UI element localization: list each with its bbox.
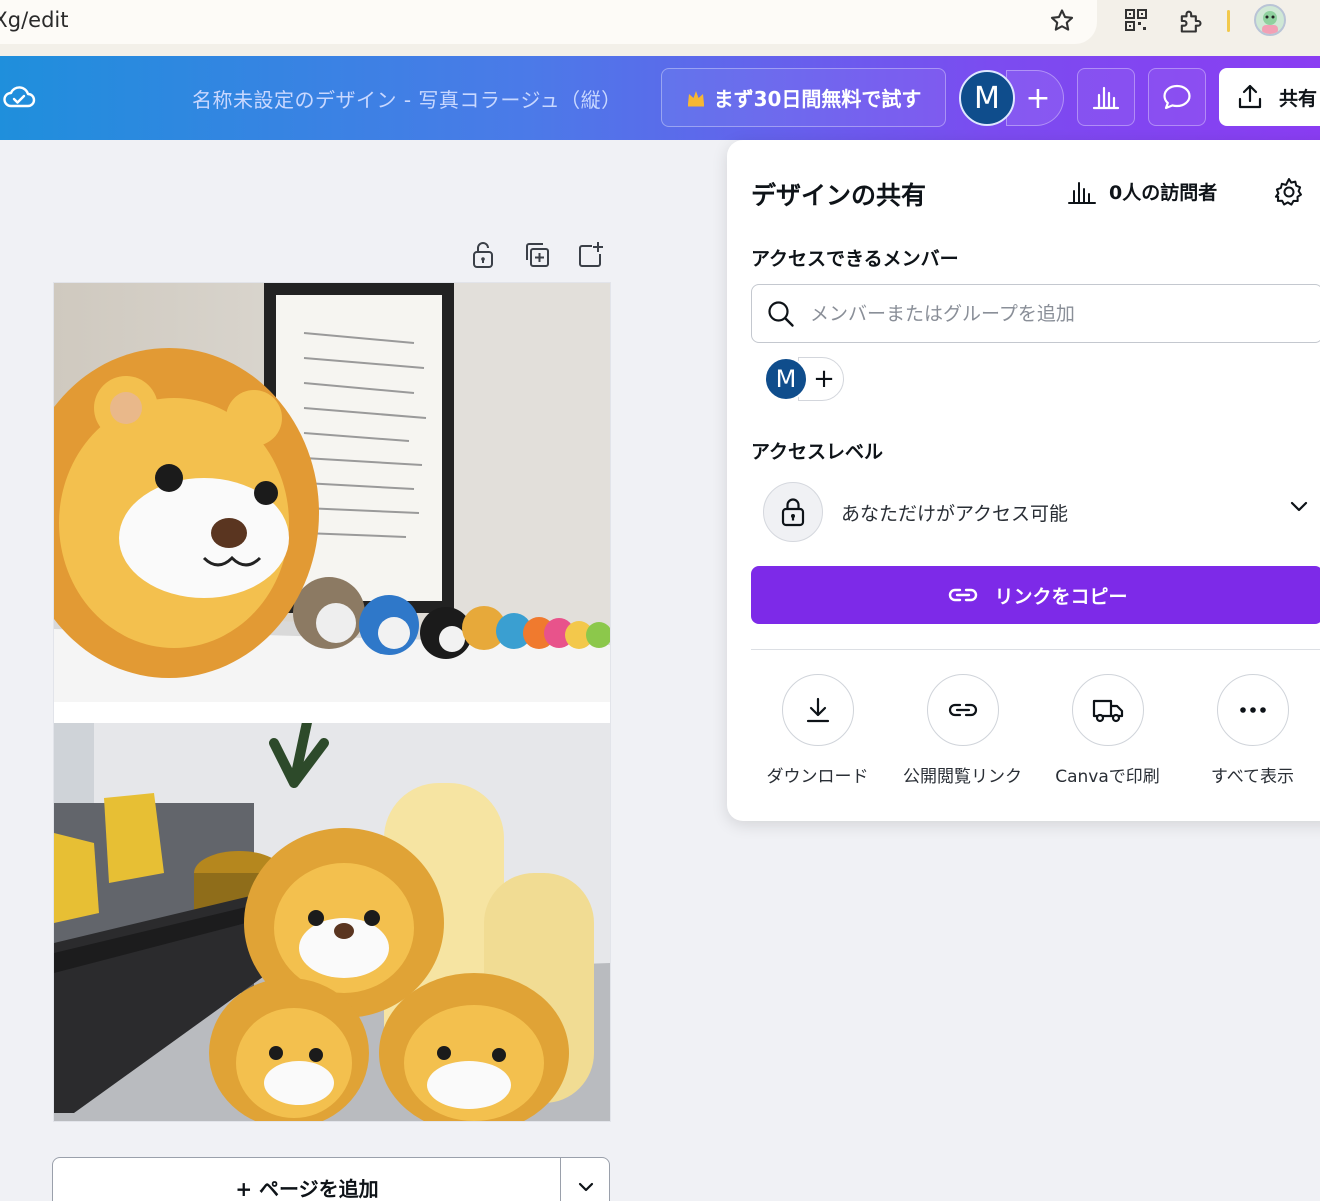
access-level-dropdown[interactable]: あなただけがアクセス可能	[751, 480, 1320, 544]
address-bar[interactable]: 3Xg/edit	[0, 0, 1097, 44]
upload-share-icon	[1238, 84, 1262, 109]
print-with-canva-action[interactable]: Canvaで印刷	[1035, 674, 1180, 787]
share-panel: デザインの共有 0人の訪問者 アクセスできるメンバー + M アクセスレベル あ…	[727, 140, 1320, 821]
members-section-label: アクセスできるメンバー	[751, 248, 959, 270]
member-search-box[interactable]	[751, 284, 1320, 343]
chevron-down-icon	[578, 1182, 594, 1192]
public-link-circle[interactable]	[926, 674, 999, 746]
duplicate-page-icon[interactable]	[522, 240, 552, 270]
qr-code-icon[interactable]	[1124, 8, 1148, 32]
crown-icon	[687, 90, 704, 106]
member-search-input[interactable]	[810, 302, 1290, 325]
access-lock-badge	[763, 482, 823, 542]
free-trial-label: まず30日間無料で試す	[713, 87, 922, 111]
member-avatar-initial: M	[775, 365, 797, 393]
browser-profile-avatar[interactable]	[1254, 4, 1286, 36]
public-view-link-action[interactable]: 公開閲覧リンク	[890, 674, 1035, 787]
add-collaborator-label: +	[1025, 80, 1051, 116]
url-text[interactable]: 3Xg/edit	[0, 8, 68, 32]
user-avatar-initial: M	[974, 80, 1000, 116]
document-title[interactable]: 名称未設定のデザイン - 写真コラージュ（縦）	[192, 84, 622, 113]
extensions-puzzle-icon[interactable]	[1176, 7, 1204, 35]
lock-page-icon[interactable]	[469, 240, 497, 270]
see-all-action[interactable]: すべて表示	[1180, 674, 1320, 787]
add-member-label: +	[813, 364, 835, 394]
add-page-bar: + ページを追加	[52, 1157, 610, 1201]
add-page-menu-button[interactable]	[561, 1158, 611, 1201]
print-circle[interactable]	[1071, 674, 1144, 746]
download-icon	[806, 697, 829, 723]
more-icon	[1239, 707, 1266, 713]
cloud-saved-icon[interactable]	[2, 82, 36, 112]
lock-icon	[781, 498, 805, 527]
bar-chart-icon	[1092, 86, 1120, 110]
access-level-value: あなただけがアクセス可能	[841, 502, 1069, 525]
member-avatar[interactable]: M	[764, 357, 808, 401]
comment-button[interactable]	[1148, 68, 1206, 126]
access-level-label: アクセスレベル	[751, 441, 884, 463]
truck-icon	[1092, 699, 1123, 723]
browser-toolbar: 3Xg/edit	[0, 0, 1320, 56]
gear-icon[interactable]	[1273, 176, 1305, 208]
bookmark-star-icon[interactable]	[1048, 7, 1076, 35]
more-circle[interactable]	[1216, 674, 1289, 746]
free-trial-button[interactable]: まず30日間無料で試す	[661, 68, 946, 127]
visitors-label: 0人の訪問者	[1109, 182, 1218, 204]
see-all-label: すべて表示	[1210, 767, 1295, 787]
link-icon	[949, 588, 978, 602]
editor-header: 名称未設定のデザイン - 写真コラージュ（縦） まず30日間無料で試す + M …	[0, 56, 1320, 140]
download-action[interactable]: ダウンロード	[745, 674, 890, 787]
print-label: Canvaで印刷	[1055, 767, 1160, 787]
user-avatar[interactable]: M	[959, 70, 1015, 126]
link-icon	[948, 703, 977, 717]
toolbar-divider	[1227, 10, 1230, 32]
visitors-button[interactable]: 0人の訪問者	[1067, 178, 1217, 205]
download-label: ダウンロード	[766, 767, 869, 787]
chevron-down-icon	[1290, 501, 1308, 512]
copy-link-label: リンクをコピー	[994, 585, 1128, 608]
share-label: 共有	[1279, 87, 1318, 110]
copy-link-button[interactable]: リンクをコピー	[751, 566, 1320, 624]
lion-cushions-room-photo[interactable]	[54, 723, 610, 1121]
bar-chart-icon	[1068, 181, 1096, 204]
download-circle[interactable]	[781, 674, 854, 746]
add-page-button[interactable]: + ページを追加	[53, 1158, 561, 1201]
insights-button[interactable]	[1077, 68, 1135, 126]
lion-plush-shelf-photo[interactable]	[54, 283, 610, 702]
public-link-label: 公開閲覧リンク	[903, 767, 1022, 787]
panel-divider	[751, 649, 1320, 650]
share-button[interactable]: 共有	[1219, 68, 1320, 126]
search-icon	[768, 300, 794, 327]
share-panel-title: デザインの共有	[751, 181, 927, 210]
add-page-icon[interactable]	[576, 240, 606, 270]
comment-icon	[1163, 84, 1191, 110]
